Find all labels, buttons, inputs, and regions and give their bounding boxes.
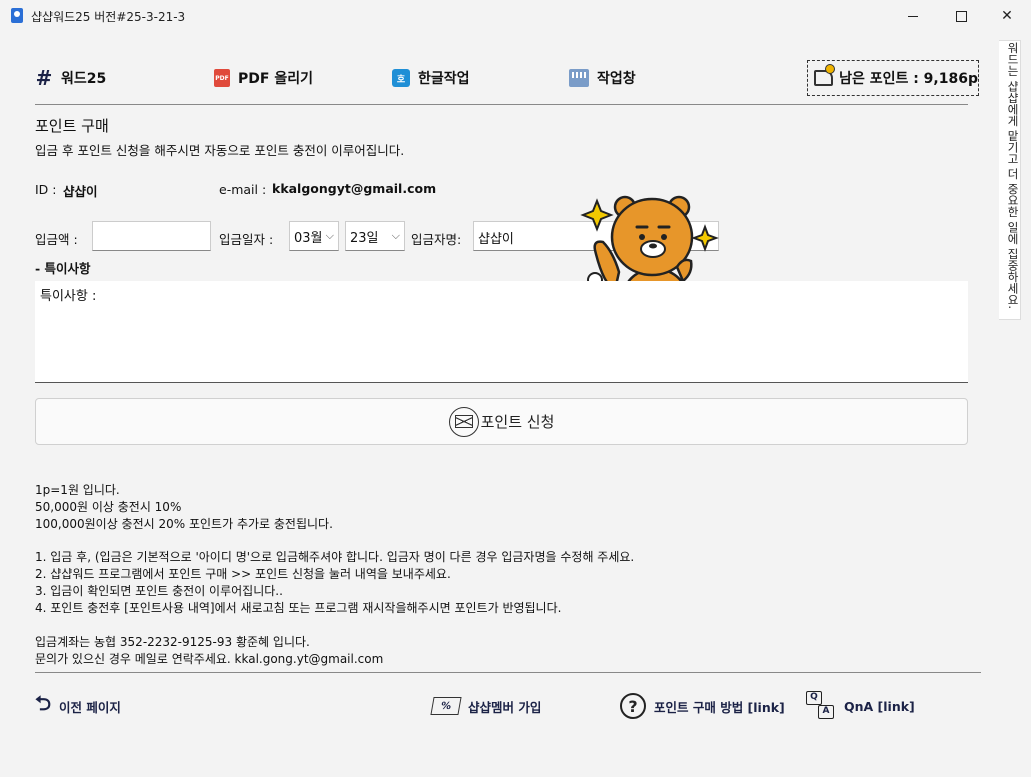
hand-coin-icon bbox=[814, 64, 836, 86]
qna-link[interactable]: Q A QnA [link] bbox=[806, 691, 915, 721]
nav-pdf-label: PDF 올리기 bbox=[238, 71, 313, 87]
window-title: 샵샵워드25 버전#25-3-21-3 bbox=[31, 10, 186, 24]
info-line: 3. 입금이 확인되면 포인트 충전이 이루어집니다.. bbox=[35, 584, 283, 598]
nav-word[interactable]: # 워드25 bbox=[35, 62, 107, 94]
title-bar: 샵샵워드25 버전#25-3-21-3 ✕ bbox=[0, 0, 1031, 32]
remaining-points[interactable]: 남은 포인트 : 9,186p bbox=[807, 60, 979, 96]
depositor-label: 입금자명: bbox=[411, 232, 462, 247]
nav-pdf-upload[interactable]: PDF PDF 올리기 bbox=[214, 62, 313, 94]
email-label: e-mail : bbox=[219, 182, 267, 197]
back-arrow-icon: ⮌ bbox=[35, 691, 52, 715]
pdf-icon: PDF bbox=[214, 69, 230, 87]
purchase-howto-link[interactable]: ? 포인트 구매 방법 [link] bbox=[620, 693, 785, 719]
app-icon bbox=[11, 8, 23, 23]
month-select[interactable]: 03월 ⌵ bbox=[289, 221, 339, 251]
day-select[interactable]: 23일 ⌵ bbox=[345, 221, 405, 251]
id-value: 샵샵이 bbox=[63, 184, 98, 199]
nav-word-label: 워드25 bbox=[61, 71, 107, 87]
info-line: 100,000원이상 충전시 20% 포인트가 추가로 충전됩니다. bbox=[35, 517, 333, 531]
info-line: 문의가 있으신 경우 메일로 연락주세요. kkal.gong.yt@gmail… bbox=[35, 652, 384, 666]
coupon-icon: % bbox=[430, 697, 462, 715]
chevron-down-icon: ⌵ bbox=[391, 229, 400, 242]
qna-a-glyph: A bbox=[818, 705, 834, 719]
hangul-icon: 호 bbox=[392, 69, 410, 87]
purchase-howto-label: 포인트 구매 방법 [link] bbox=[654, 699, 785, 715]
info-line: 4. 포인트 충전후 [포인트사용 내역]에서 새로고침 또는 프로그램 재시작… bbox=[35, 601, 562, 615]
info-line: 50,000원 이상 충전시 10% bbox=[35, 500, 182, 514]
info-line: 1p=1원 입니다. bbox=[35, 483, 120, 497]
qna-label: QnA [link] bbox=[844, 698, 915, 714]
minimize-button[interactable] bbox=[890, 0, 936, 32]
previous-page-button[interactable]: ⮌ 이전 페이지 bbox=[35, 691, 121, 719]
previous-page-label: 이전 페이지 bbox=[59, 699, 121, 715]
keyboard-icon bbox=[569, 69, 589, 87]
divider bbox=[35, 672, 981, 673]
mail-icon bbox=[448, 406, 479, 437]
chevron-down-icon: ⌵ bbox=[325, 229, 334, 242]
info-line: 입금계좌는 농협 352-2232-9125-93 황준혜 입니다. bbox=[35, 635, 310, 649]
qna-icon: Q A bbox=[806, 691, 836, 721]
note-textarea[interactable]: 특이사항 : bbox=[35, 281, 968, 383]
question-icon: ? bbox=[620, 693, 646, 719]
member-signup-label: 샵샵멤버 가입 bbox=[468, 699, 542, 715]
hash-icon: # bbox=[35, 66, 53, 90]
nav-work-label: 작업창 bbox=[597, 71, 636, 87]
amount-input[interactable] bbox=[92, 221, 211, 251]
month-value: 03월 bbox=[294, 230, 323, 246]
nav-hangul-label: 한글작업 bbox=[418, 71, 470, 87]
id-label: ID : bbox=[35, 182, 57, 197]
maximize-button[interactable] bbox=[938, 0, 984, 32]
point-request-button[interactable]: 포인트 신청 bbox=[35, 398, 968, 445]
email-value: kkalgongyt@gmail.com bbox=[272, 181, 437, 196]
side-banner-text: 워드는 샵샵에게 맡기고 더 중요한 일에 집중하세요. bbox=[1006, 42, 1020, 310]
info-line: 2. 샵샵워드 프로그램에서 포인트 구매 >> 포인트 신청을 눌러 내역을 … bbox=[35, 567, 451, 581]
nav-hangul[interactable]: 호 한글작업 bbox=[392, 62, 470, 94]
date-label: 입금일자 : bbox=[219, 232, 274, 247]
note-title: - 특이사항 bbox=[35, 261, 91, 276]
close-button[interactable]: ✕ bbox=[984, 0, 1030, 32]
qna-q-glyph: Q bbox=[806, 691, 822, 705]
purchase-title: 포인트 구매 bbox=[35, 117, 109, 135]
divider bbox=[35, 104, 968, 105]
amount-label: 입금액 : bbox=[35, 232, 78, 247]
nav-workspace[interactable]: 작업창 bbox=[569, 62, 636, 94]
purchase-description: 입금 후 포인트 신청을 해주시면 자동으로 포인트 충전이 이루어집니다. bbox=[35, 143, 405, 158]
member-signup-button[interactable]: % 샵샵멤버 가입 bbox=[430, 693, 542, 719]
window-edge bbox=[1022, 32, 1031, 777]
points-label: 남은 포인트 : 9,186p bbox=[839, 71, 978, 87]
point-request-label: 포인트 신청 bbox=[480, 413, 555, 431]
day-value: 23일 bbox=[350, 230, 379, 246]
info-line: 1. 입금 후, (입금은 기본적으로 '아이디 명'으로 입금해주셔야 합니다… bbox=[35, 550, 635, 564]
